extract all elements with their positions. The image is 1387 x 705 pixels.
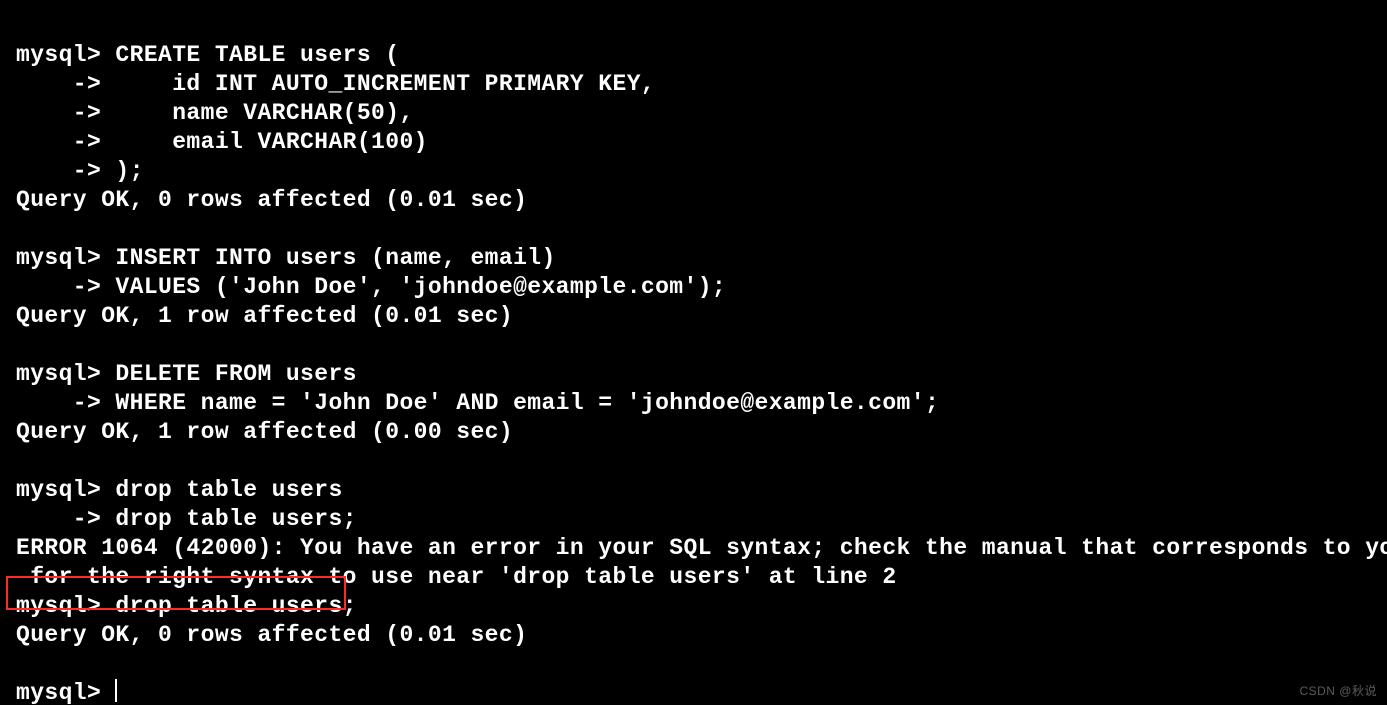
terminal-line: mysql> drop table users (16, 477, 343, 503)
annotation-highlight (6, 576, 346, 610)
terminal-line: -> VALUES ('John Doe', 'johndoe@example.… (16, 274, 726, 300)
terminal-line: mysql> CREATE TABLE users ( (16, 42, 399, 68)
terminal-line: -> ); (16, 158, 144, 184)
terminal-line: Query OK, 0 rows affected (0.01 sec) (16, 187, 527, 213)
terminal-line: -> WHERE name = 'John Doe' AND email = '… (16, 390, 939, 416)
terminal-line: mysql> DELETE FROM users (16, 361, 357, 387)
terminal-line: -> email VARCHAR(100) (16, 129, 428, 155)
terminal-line: Query OK, 0 rows affected (0.01 sec) (16, 622, 527, 648)
terminal-line: ERROR 1064 (42000): You have an error in… (16, 535, 1387, 561)
terminal-line: Query OK, 1 row affected (0.01 sec) (16, 303, 513, 329)
terminal-prompt[interactable]: mysql> (16, 680, 115, 705)
watermark: CSDN @秋说 (1299, 682, 1377, 699)
terminal-line: mysql> INSERT INTO users (name, email) (16, 245, 556, 271)
terminal-line: Query OK, 1 row affected (0.00 sec) (16, 419, 513, 445)
terminal[interactable]: mysql> CREATE TABLE users ( -> id INT AU… (0, 0, 1387, 705)
cursor-icon (115, 679, 117, 702)
terminal-line: -> name VARCHAR(50), (16, 100, 414, 126)
terminal-line: -> drop table users; (16, 506, 357, 532)
terminal-line: -> id INT AUTO_INCREMENT PRIMARY KEY, (16, 71, 655, 97)
